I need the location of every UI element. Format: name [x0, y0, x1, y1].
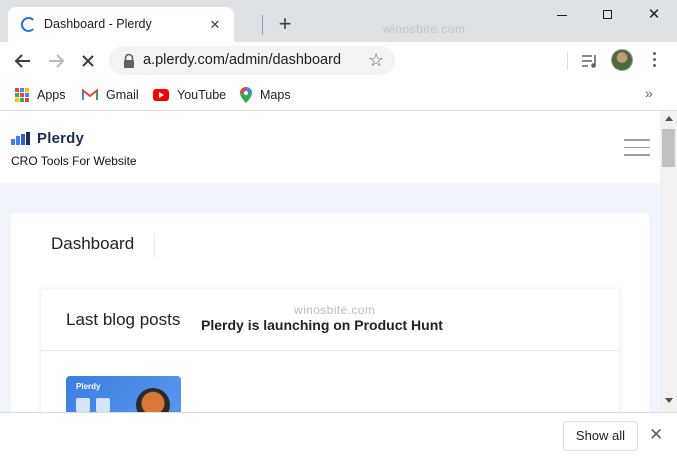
scroll-down-arrow-icon[interactable] — [665, 398, 673, 403]
arrow-right-icon — [49, 54, 65, 68]
scroll-up-arrow-icon[interactable] — [665, 116, 673, 121]
thumbnail-graphic — [76, 398, 90, 412]
card-title: Last blog posts — [66, 310, 181, 329]
tab-separator — [262, 15, 263, 35]
gmail-icon — [82, 89, 98, 101]
page-title: Dashboard — [51, 234, 135, 253]
tab-close-icon[interactable]: ✕ — [206, 16, 224, 34]
logo-text: Plerdy — [37, 130, 85, 147]
post-thumbnail[interactable]: Plerdy — [66, 376, 181, 412]
bookmark-label: Apps — [37, 88, 66, 102]
product-hunt-mascot-icon — [136, 388, 170, 412]
bookmark-label: YouTube — [177, 88, 227, 102]
thumbnail-graphic — [96, 398, 110, 412]
url-text[interactable]: a.plerdy.com/admin/dashboard — [143, 52, 341, 68]
tab-strip: Dashboard - Plerdy ✕ + winosbite.com ✕ — [0, 0, 677, 42]
download-shelf: Show all ✕ — [0, 412, 677, 462]
bookmark-label: Maps — [260, 88, 291, 102]
youtube-icon — [153, 89, 169, 101]
scrollbar-thumb[interactable] — [662, 129, 675, 167]
hamburger-menu-icon[interactable] — [624, 139, 650, 157]
dashboard-panel: Dashboard Last blog posts winosbite.com … — [11, 213, 649, 412]
bookmark-star-icon[interactable]: ☆ — [368, 49, 384, 71]
toolbar-divider — [567, 52, 568, 70]
tab-title: Dashboard - Plerdy — [44, 17, 152, 31]
bookmark-apps[interactable]: Apps — [15, 84, 66, 106]
arrow-left-icon — [14, 54, 30, 68]
blog-posts-card: Last blog posts winosbite.com Plerdy Ple… — [41, 289, 619, 412]
apps-grid-icon — [15, 88, 29, 102]
bookmark-maps[interactable]: Maps — [240, 84, 291, 106]
post-title-link[interactable]: Plerdy is launching on Product Hunt — [201, 317, 443, 333]
close-shelf-icon[interactable]: ✕ — [649, 425, 663, 445]
site-header: Plerdy CRO Tools For Website — [0, 111, 660, 183]
forward-button[interactable] — [44, 49, 68, 73]
profile-avatar[interactable] — [611, 49, 633, 71]
page-scrollbar[interactable] — [660, 111, 677, 412]
loading-spinner-icon — [21, 17, 36, 32]
site-tagline: CRO Tools For Website — [11, 154, 137, 168]
address-bar[interactable]: a.plerdy.com/admin/dashboard ☆ — [109, 46, 395, 75]
card-divider — [41, 350, 619, 351]
maps-icon — [240, 87, 252, 103]
bookmark-gmail[interactable]: Gmail — [82, 84, 139, 106]
watermark-text: winosbite.com — [383, 22, 466, 36]
browser-toolbar: a.plerdy.com/admin/dashboard ☆ — [0, 42, 677, 80]
stop-icon — [82, 55, 94, 67]
stop-loading-button[interactable] — [76, 49, 100, 73]
maximize-button[interactable] — [585, 0, 631, 30]
back-button[interactable] — [11, 49, 35, 73]
bookmarks-bar: Apps Gmail YouTube Maps » — [0, 80, 677, 111]
plerdy-logo-icon — [11, 132, 30, 145]
tab-dashboard[interactable]: Dashboard - Plerdy ✕ — [8, 7, 234, 42]
browser-window: Dashboard - Plerdy ✕ + winosbite.com ✕ a… — [0, 0, 677, 462]
show-all-button[interactable]: Show all — [563, 421, 638, 451]
new-tab-button[interactable]: + — [273, 12, 297, 36]
minimize-button[interactable] — [539, 0, 585, 30]
watermark-text: winosbite.com — [294, 303, 376, 317]
browser-menu-icon[interactable] — [651, 50, 657, 72]
window-close-button[interactable]: ✕ — [631, 0, 677, 30]
bookmarks-overflow-icon[interactable]: » — [645, 85, 653, 101]
title-divider — [154, 233, 155, 257]
page-viewport: Plerdy CRO Tools For Website Dashboard L… — [0, 111, 660, 412]
bookmark-label: Gmail — [106, 88, 139, 102]
bookmark-youtube[interactable]: YouTube — [153, 84, 226, 106]
plerdy-logo[interactable]: Plerdy — [11, 130, 84, 147]
media-controls-icon[interactable] — [580, 52, 600, 70]
lock-icon — [124, 53, 134, 68]
thumbnail-logo-text: Plerdy — [76, 382, 101, 391]
